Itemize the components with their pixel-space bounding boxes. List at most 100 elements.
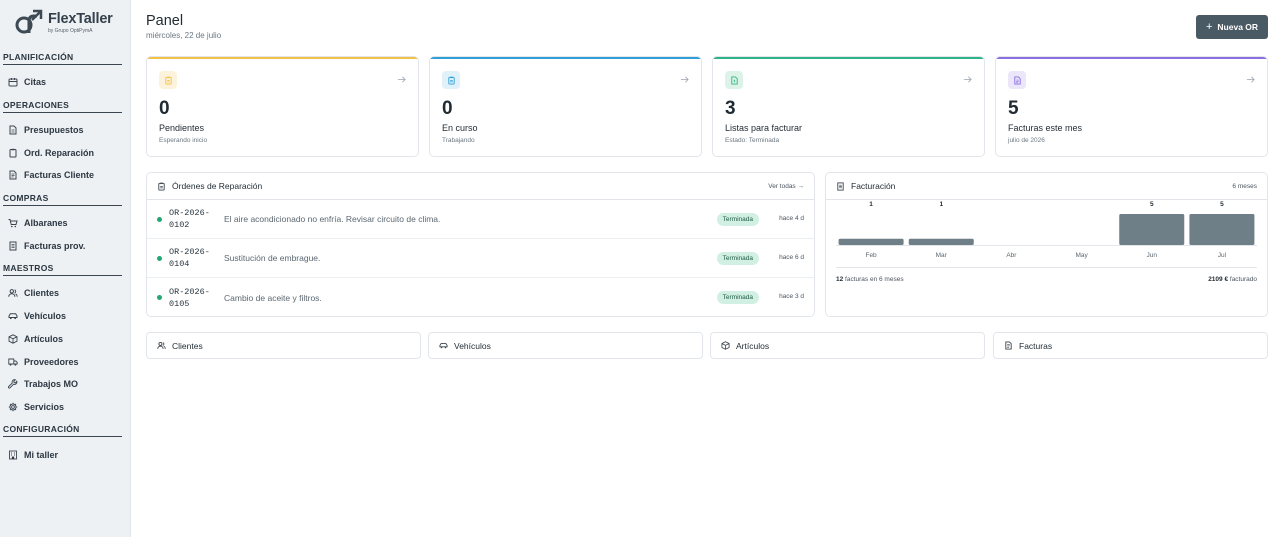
billing-footer: 12 facturas en 6 meses 2109 € facturado bbox=[836, 267, 1257, 283]
sidebar-item-vehiculos[interactable]: Vehículos bbox=[0, 305, 130, 328]
sidebar-item-label: Ord. Reparación bbox=[24, 147, 95, 158]
chart-bar-feb[interactable] bbox=[838, 238, 904, 245]
quick-link-label: Facturas bbox=[1019, 340, 1053, 351]
quick-link-clientes[interactable]: Clientes bbox=[146, 332, 421, 359]
stat-card-listas-facturar[interactable]: 3 Listas para facturar Estado: Terminada bbox=[712, 56, 985, 157]
brand-logo[interactable]: FlexTaller by Grupo OptiPymA bbox=[0, 0, 130, 46]
sidebar-item-mi-taller[interactable]: Mi taller bbox=[0, 443, 130, 466]
receipt-icon bbox=[837, 181, 844, 191]
order-description: El aire acondicionado no enfría. Revisar… bbox=[224, 214, 441, 224]
arrow-right-icon[interactable] bbox=[397, 75, 406, 84]
chart-tick-label: Feb bbox=[865, 252, 877, 259]
view-all-link[interactable]: Ver todas → bbox=[768, 183, 804, 190]
quick-link-vehiculos[interactable]: Vehículos bbox=[428, 332, 703, 359]
orders-panel-header: Órdenes de Reparación Ver todas → bbox=[147, 173, 814, 200]
car-icon bbox=[8, 313, 18, 320]
billing-panel-header: Facturación 6 meses bbox=[826, 173, 1267, 200]
brand-tagline: by Grupo OptiPymA bbox=[48, 27, 93, 34]
status-dot bbox=[157, 216, 162, 222]
sidebar-item-trabajos-mo[interactable]: Trabajos MO bbox=[0, 373, 130, 396]
stat-label: Pendientes bbox=[159, 123, 205, 133]
stat-sub: julio de 2026 bbox=[1008, 137, 1045, 144]
stat-label: Facturas este mes bbox=[1008, 123, 1083, 133]
section-maestros: MAESTROS bbox=[3, 257, 122, 277]
order-row[interactable]: OR-2026- 0104 Sustitución de embrague. T… bbox=[147, 239, 814, 278]
sidebar: FlexTaller by Grupo OptiPymA PLANIFICACI… bbox=[0, 0, 131, 537]
sidebar-item-label: Proveedores bbox=[24, 356, 79, 367]
chart-tick-label: Jun bbox=[1147, 252, 1158, 259]
sidebar-item-label: Trabajos MO bbox=[24, 379, 79, 390]
sidebar-item-proveedores[interactable]: Proveedores bbox=[0, 350, 130, 373]
invoice-icon bbox=[9, 170, 17, 180]
sidebar-item-label: Clientes bbox=[24, 288, 60, 299]
cart-icon bbox=[8, 219, 18, 228]
billing-count: 12 bbox=[836, 276, 844, 283]
quick-link-label: Clientes bbox=[172, 340, 203, 351]
arrow-right-icon[interactable] bbox=[1246, 75, 1255, 84]
chart-bar-jul[interactable] bbox=[1189, 214, 1255, 245]
invoice-icon bbox=[730, 75, 738, 85]
stat-card-en-curso[interactable]: 0 En curso Trabajando bbox=[429, 56, 702, 157]
chart-value-label: 1 bbox=[939, 201, 943, 208]
chart-value-label: 1 bbox=[869, 201, 873, 208]
chart-bar-mar[interactable] bbox=[908, 238, 974, 245]
plus-icon: + bbox=[1205, 21, 1213, 33]
sidebar-item-label: Servicios bbox=[24, 401, 65, 412]
status-badge: Terminada bbox=[716, 291, 759, 304]
sidebar-item-presupuestos[interactable]: Presupuestos bbox=[0, 119, 130, 142]
clipboard-icon bbox=[158, 182, 165, 191]
quick-link-label: Vehículos bbox=[454, 340, 491, 351]
sidebar-item-label: Facturas Cliente bbox=[24, 170, 95, 181]
clipboard-icon bbox=[164, 76, 172, 85]
sidebar-item-label: Artículos bbox=[24, 333, 64, 344]
logo-icon bbox=[15, 9, 43, 34]
chart-value-label: 5 bbox=[1220, 201, 1224, 208]
page-title: Panel bbox=[146, 13, 184, 29]
stat-accent bbox=[713, 57, 984, 59]
gear-icon bbox=[8, 402, 18, 412]
sidebar-item-servicios[interactable]: Servicios bbox=[0, 396, 130, 419]
sidebar-item-label: Albaranes bbox=[24, 218, 68, 229]
stat-value: 5 bbox=[1008, 98, 1019, 119]
quick-link-facturas[interactable]: Facturas bbox=[993, 332, 1268, 359]
chart-bar-jun[interactable] bbox=[1119, 214, 1185, 245]
chart-tick-label: May bbox=[1075, 252, 1088, 259]
stat-card-facturas-mes[interactable]: 5 Facturas este mes julio de 2026 bbox=[995, 56, 1268, 157]
billing-panel-title: Facturación bbox=[851, 181, 896, 191]
document-icon bbox=[9, 125, 17, 135]
orders-panel: Órdenes de Reparación Ver todas → OR-202… bbox=[146, 172, 815, 317]
sidebar-item-clientes[interactable]: Clientes bbox=[0, 282, 130, 305]
orders-list: OR-2026- 0102 El aire acondicionado no e… bbox=[147, 200, 814, 317]
sidebar-item-citas[interactable]: Citas bbox=[0, 71, 130, 94]
order-row[interactable]: OR-2026- 0102 El aire acondicionado no e… bbox=[147, 200, 814, 239]
stat-card-pendientes[interactable]: 0 Pendientes Esperando inicio bbox=[146, 56, 419, 157]
stat-label: Listas para facturar bbox=[725, 123, 803, 133]
truck-icon bbox=[8, 358, 18, 366]
page-date: miércoles, 22 de julio bbox=[146, 31, 222, 40]
chart-tick-label: Jul bbox=[1218, 252, 1227, 259]
quick-link-label: Artículos bbox=[736, 340, 770, 351]
main-content: Panel miércoles, 22 de julio + Nueva OR … bbox=[131, 0, 1280, 537]
order-code: OR-2026- 0104 bbox=[169, 247, 210, 269]
clipboard-icon bbox=[9, 148, 17, 158]
order-age: hace 3 d bbox=[779, 293, 804, 300]
sidebar-item-ord-reparacion[interactable]: Ord. Reparación bbox=[0, 141, 130, 164]
order-code: OR-2026- 0102 bbox=[169, 208, 210, 230]
users-icon bbox=[8, 289, 18, 298]
order-row[interactable]: OR-2026- 0105 Cambio de aceite y filtros… bbox=[147, 278, 814, 317]
billing-total-group: 2109 € facturado bbox=[1208, 276, 1257, 283]
stat-icon-box bbox=[725, 71, 743, 89]
quick-link-articulos[interactable]: Artículos bbox=[710, 332, 985, 359]
sidebar-item-facturas-cliente[interactable]: Facturas Cliente bbox=[0, 164, 130, 187]
sidebar-item-albaranes[interactable]: Albaranes bbox=[0, 212, 130, 235]
billing-total: 2109 € bbox=[1208, 276, 1229, 283]
sidebar-item-articulos[interactable]: Artículos bbox=[0, 328, 130, 351]
section-operaciones: OPERACIONES bbox=[3, 94, 122, 113]
arrow-right-icon[interactable] bbox=[963, 75, 972, 84]
sidebar-item-facturas-prov[interactable]: Facturas prov. bbox=[0, 234, 130, 257]
order-description: Cambio de aceite y filtros. bbox=[224, 292, 322, 303]
arrow-right-icon[interactable] bbox=[680, 75, 689, 84]
sidebar-item-label: Vehículos bbox=[24, 311, 67, 322]
new-or-button[interactable]: + Nueva OR bbox=[1196, 15, 1268, 39]
billing-chart-svg: 1 Feb 1 Mar Abr May 5 Jun 5 Jul bbox=[836, 201, 1257, 259]
